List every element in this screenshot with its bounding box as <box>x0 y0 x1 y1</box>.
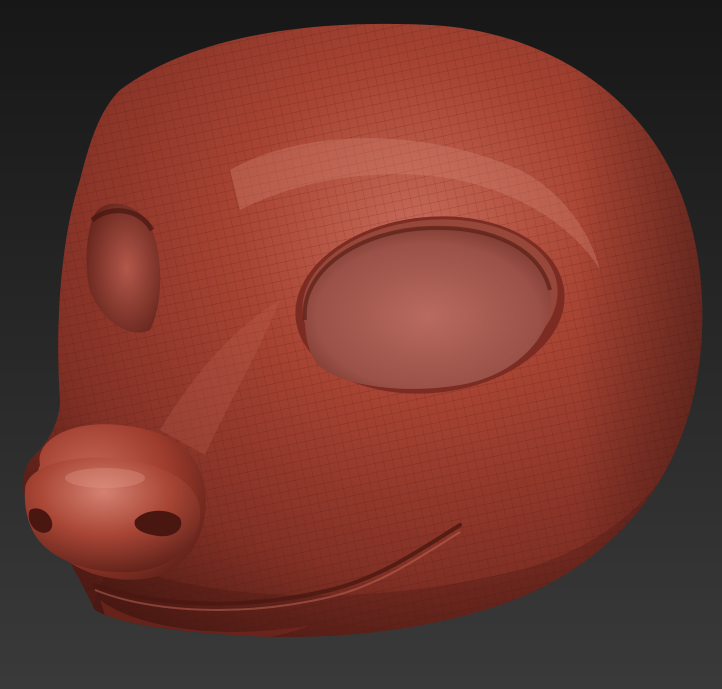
head-model[interactable] <box>0 0 722 689</box>
viewport[interactable] <box>0 0 722 689</box>
